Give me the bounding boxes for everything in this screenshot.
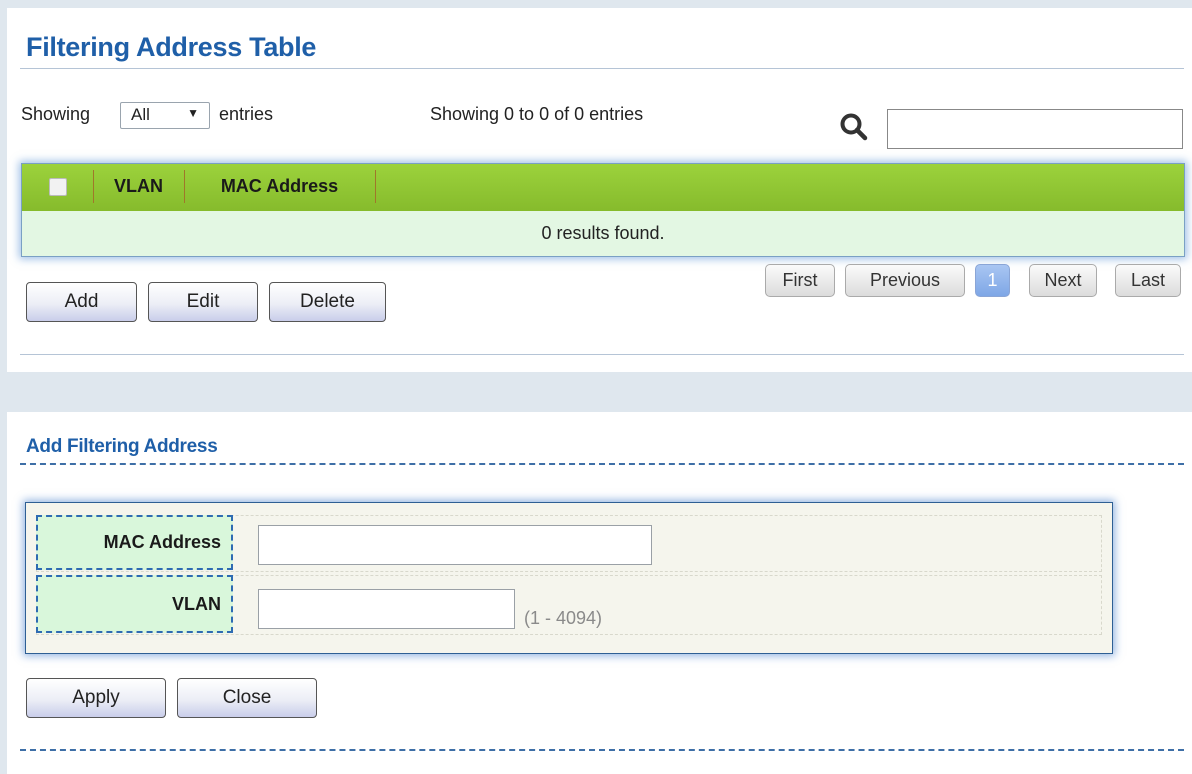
vlan-label: VLAN <box>36 575 233 633</box>
page-1-button[interactable]: 1 <box>975 264 1010 297</box>
form-title: Add Filtering Address <box>26 436 218 457</box>
filtering-address-table: VLAN MAC Address 0 results found. <box>21 163 1185 257</box>
mac-address-input[interactable] <box>258 525 652 565</box>
vlan-input[interactable] <box>258 589 515 629</box>
title-divider <box>20 68 1184 69</box>
select-all-checkbox[interactable] <box>48 177 67 196</box>
apply-button[interactable]: Apply <box>26 678 166 718</box>
form-bottom-divider <box>20 749 1184 751</box>
search-icon <box>840 113 868 141</box>
add-button[interactable]: Add <box>26 282 137 322</box>
delete-button[interactable]: Delete <box>269 282 386 322</box>
add-filtering-address-form: MAC Address VLAN (1 - 4094) <box>25 502 1113 654</box>
mac-address-label: MAC Address <box>36 515 233 570</box>
entries-select[interactable]: All ▼ <box>120 102 210 129</box>
page-title: Filtering Address Table <box>26 32 317 62</box>
edit-button[interactable]: Edit <box>148 282 258 322</box>
first-page-button[interactable]: First <box>765 264 835 297</box>
vlan-range-hint: (1 - 4094) <box>524 608 603 628</box>
showing-label: Showing <box>21 104 91 124</box>
search-input[interactable] <box>887 109 1183 149</box>
last-page-button[interactable]: Last <box>1115 264 1181 297</box>
previous-page-button[interactable]: Previous <box>845 264 965 297</box>
table-header: VLAN MAC Address <box>22 164 1184 211</box>
dropdown-arrow-icon: ▼ <box>187 106 199 120</box>
table-info-text: Showing 0 to 0 of 0 entries <box>430 104 644 124</box>
column-header-vlan[interactable]: VLAN <box>93 170 185 203</box>
select-all-cell <box>22 170 94 203</box>
section-divider <box>20 354 1184 355</box>
empty-results-row: 0 results found. <box>22 211 1184 256</box>
next-page-button[interactable]: Next <box>1029 264 1097 297</box>
filtering-address-table-panel: Filtering Address Table Showing All ▼ en… <box>7 8 1192 372</box>
entries-label: entries <box>219 104 274 124</box>
column-header-mac-address[interactable]: MAC Address <box>184 170 376 203</box>
entries-select-value: All <box>131 105 150 124</box>
form-title-divider <box>20 463 1184 465</box>
add-filtering-address-panel: Add Filtering Address MAC Address VLAN (… <box>7 412 1192 774</box>
close-button[interactable]: Close <box>177 678 317 718</box>
